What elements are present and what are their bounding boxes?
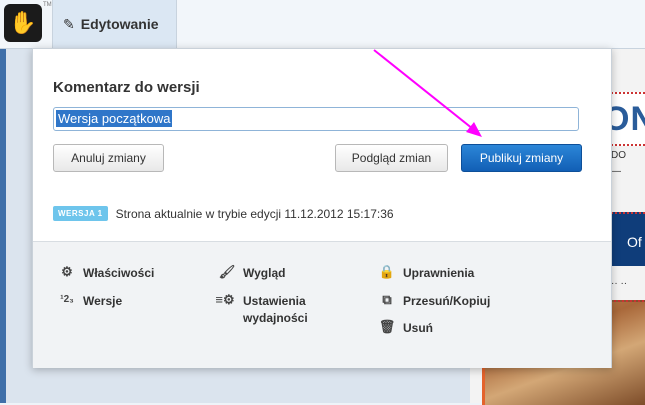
panel-title: Komentarz do wersji xyxy=(53,79,200,96)
version-comment-value: Wersja początkowa xyxy=(56,110,173,127)
background-site-button-text: Of xyxy=(627,234,642,250)
menu-item-delete[interactable]: 🗑 Usuń xyxy=(377,320,433,337)
menu-item-move-copy[interactable]: ⧉ Przesuń/Kopiuj xyxy=(377,293,490,310)
menu-item-versions[interactable]: ¹2₃ Wersje xyxy=(57,293,122,310)
trademark-mark: TM xyxy=(43,2,52,8)
edit-toolbar: ✋ TM ✎ Edytowanie xyxy=(0,0,645,49)
background-site-text: ·· ·· xyxy=(611,278,628,289)
background-site-text: DO xyxy=(611,150,626,161)
menu-item-move-copy-label: Przesuń/Kopiuj xyxy=(403,294,491,308)
cancel-changes-button[interactable]: Anuluj zmiany xyxy=(53,144,164,172)
concrete5-logo-icon[interactable]: ✋ xyxy=(4,4,42,42)
menu-item-permissions[interactable]: 🔒 Uprawnienia xyxy=(377,265,474,282)
brush-icon: 🖌 xyxy=(218,264,236,279)
menu-item-performance[interactable]: ≡⚙ Ustawienia wydajności xyxy=(213,292,308,327)
menu-item-permissions-label: Uprawnienia xyxy=(403,266,475,280)
lock-icon: 🔒 xyxy=(378,264,396,279)
trash-icon: 🗑 xyxy=(378,319,396,334)
tab-edit-label: Edytowanie xyxy=(80,16,159,32)
preview-changes-button[interactable]: Podgląd zmian xyxy=(335,144,448,172)
menu-item-performance-line2: wydajności xyxy=(243,311,308,325)
menu-item-appearance[interactable]: 🖌 Wygląd xyxy=(217,264,286,282)
gear-settings-icon: ≡⚙ xyxy=(215,292,235,307)
gears-icon: ⚙ xyxy=(61,264,73,279)
pencil-icon: ✎ xyxy=(63,15,75,32)
menu-item-delete-label: Usuń xyxy=(403,321,433,335)
version-badge: WERSJA 1 xyxy=(53,206,108,221)
tab-edit[interactable]: ✎ Edytowanie xyxy=(52,0,177,48)
version-comment-input[interactable]: Wersja początkowa xyxy=(53,107,579,131)
version-status: WERSJA 1 Strona aktualnie w trybie edycj… xyxy=(53,206,394,221)
menu-item-versions-label: Wersje xyxy=(83,294,123,308)
edit-panel: Komentarz do wersji Wersja początkowa An… xyxy=(32,48,612,368)
background-site-text: — xyxy=(611,166,621,177)
menu-item-performance-label: Ustawienia wydajności xyxy=(243,293,308,327)
menu-item-properties-label: Właściwości xyxy=(83,266,155,280)
menu-item-appearance-label: Wygląd xyxy=(243,266,286,280)
menu-item-performance-line1: Ustawienia xyxy=(243,294,306,308)
numbers-icon: ¹2₃ xyxy=(60,294,74,305)
menu-item-properties[interactable]: ⚙ Właściwości xyxy=(57,265,154,282)
panel-menu: ⚙ Właściwości ¹2₃ Wersje 🖌 Wygląd ≡⚙ Ust… xyxy=(33,241,611,368)
copy-icon: ⧉ xyxy=(382,292,392,307)
version-status-text: Strona aktualnie w trybie edycji 11.12.2… xyxy=(115,206,394,221)
publish-changes-button[interactable]: Publikuj zmiany xyxy=(461,144,582,172)
